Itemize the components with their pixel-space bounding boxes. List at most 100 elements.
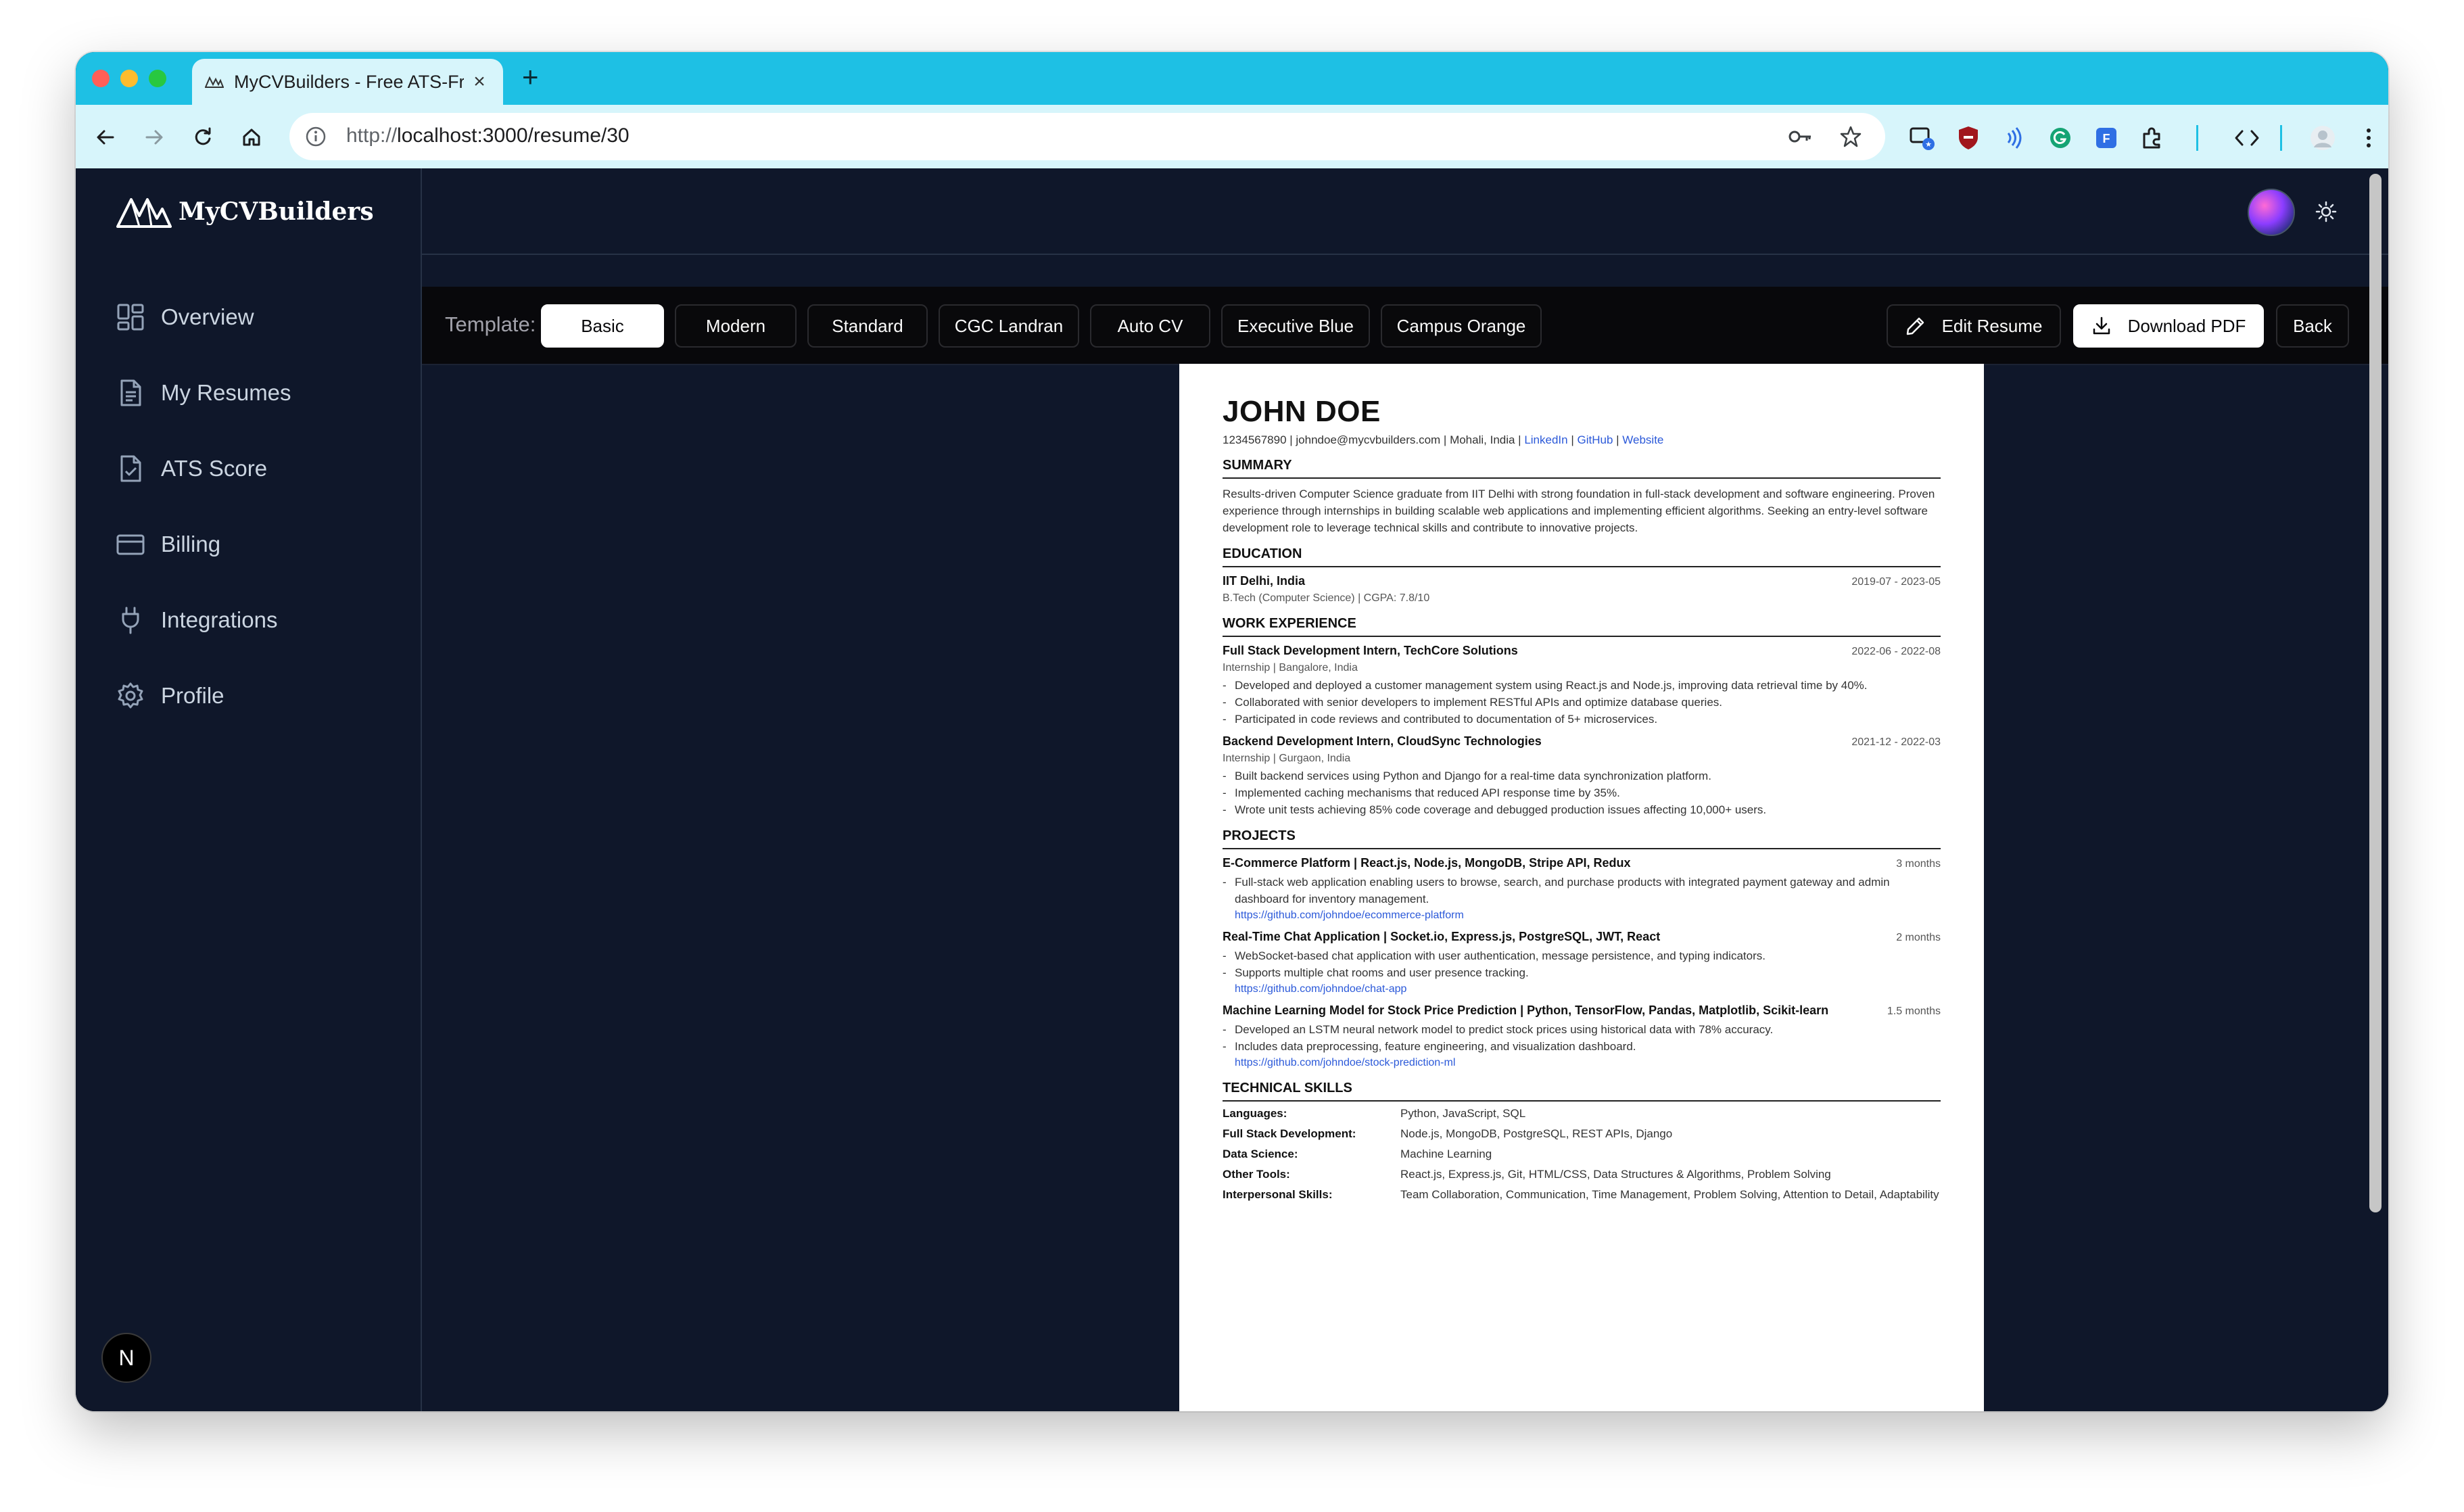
credit-card-icon: [115, 529, 146, 560]
brand-logo[interactable]: MyCVBuilders: [116, 195, 374, 228]
theme-toggle-sun-icon[interactable]: [2313, 198, 2340, 225]
edit-resume-label: Edit Resume: [1941, 315, 2043, 336]
site-info-icon[interactable]: [302, 122, 330, 151]
sidebar-item-label: Billing: [161, 531, 221, 557]
skill-row: Languages: Python, JavaScript, SQL: [1223, 1107, 1526, 1120]
tab-strip: MyCVBuilders - Free ATS-Frie × +: [76, 52, 2388, 105]
toolbar-divider: [2280, 125, 2282, 151]
main-content: Template: Basic Modern Standard CGC Land…: [422, 168, 2388, 1411]
template-label: Template:: [445, 312, 536, 336]
project-entry: E-Commerce Platform | React.js, Node.js,…: [1223, 855, 1941, 923]
template-auto-cv-button[interactable]: Auto CV: [1090, 304, 1210, 348]
pencil-icon: [1905, 316, 1926, 336]
sidebar-item-integrations[interactable]: Integrations: [115, 600, 277, 640]
site-favicon-icon: [204, 72, 224, 92]
template-modern-button[interactable]: Modern: [675, 304, 797, 348]
education-degree: B.Tech (Computer Science) | CGPA: 7.8/10: [1223, 592, 1430, 604]
section-heading: EDUCATION: [1223, 546, 1941, 567]
password-key-icon[interactable]: [1786, 122, 1815, 151]
work-entry: Full Stack Development Intern, TechCore …: [1223, 642, 1941, 728]
url-text[interactable]: http://localhost:3000/resume/30: [346, 124, 630, 147]
project-link[interactable]: https://github.com/johndoe/ecommerce-pla…: [1223, 907, 1941, 923]
skill-row: Data Science: Machine Learning: [1223, 1148, 1492, 1160]
shield-extension-icon[interactable]: [1954, 124, 1983, 152]
new-tab-button[interactable]: +: [522, 63, 539, 91]
github-link[interactable]: GitHub: [1577, 433, 1613, 446]
project-link[interactable]: https://github.com/johndoe/chat-app: [1223, 981, 1941, 997]
page-scrollbar[interactable]: [2369, 174, 2382, 1212]
sidebar-item-my-resumes[interactable]: My Resumes: [115, 373, 291, 413]
list-item: Full-stack web application enabling user…: [1223, 874, 1941, 907]
sidebar-item-label: My Resumes: [161, 380, 291, 405]
browser-menu-icon[interactable]: [2354, 124, 2383, 152]
section-heading: SUMMARY: [1223, 457, 1941, 479]
resume-name: JOHN DOE: [1223, 395, 1381, 428]
translate-extension-icon[interactable]: ★: [1908, 124, 1937, 152]
form-extension-icon[interactable]: F: [2092, 124, 2121, 152]
back-button[interactable]: Back: [2276, 304, 2349, 348]
resume-preview: JOHN DOE 1234567890 | johndoe@mycvbuilde…: [1179, 364, 1984, 1411]
gear-icon: [115, 680, 146, 711]
template-standard-button[interactable]: Standard: [807, 304, 928, 348]
list-item: Developed an LSTM neural network model t…: [1223, 1021, 1941, 1038]
website-link[interactable]: Website: [1622, 433, 1663, 446]
sidebar-item-label: ATS Score: [161, 456, 268, 481]
tab-close-icon[interactable]: ×: [469, 70, 490, 93]
brand-name: MyCVBuilders: [179, 197, 374, 226]
skill-row: Interpersonal Skills: Team Collaboration,…: [1223, 1188, 1939, 1201]
grammarly-extension-icon[interactable]: [2046, 124, 2075, 152]
project-entry: Real-Time Chat Application | Socket.io, …: [1223, 928, 1941, 997]
close-window-button[interactable]: [92, 70, 110, 87]
list-item: Implemented caching mechanisms that redu…: [1223, 784, 1941, 801]
file-text-icon: [115, 377, 146, 408]
list-item: Collaborated with senior developers to i…: [1223, 694, 1941, 711]
browser-tab[interactable]: MyCVBuilders - Free ATS-Frie ×: [192, 59, 503, 105]
template-toolbar: Template: Basic Modern Standard CGC Land…: [422, 287, 2388, 365]
edit-resume-button[interactable]: Edit Resume: [1887, 304, 2061, 348]
profile-avatar-icon[interactable]: [2308, 124, 2337, 152]
layout-dashboard-icon: [115, 302, 146, 333]
sidebar-item-overview[interactable]: Overview: [115, 297, 254, 337]
devtools-code-icon[interactable]: [2233, 124, 2261, 152]
plug-icon: [115, 605, 146, 636]
list-item: Supports multiple chat rooms and user pr…: [1223, 964, 1941, 981]
sidebar-item-label: Overview: [161, 304, 254, 329]
tab-title: MyCVBuilders - Free ATS-Frie: [234, 71, 464, 92]
bookmark-star-icon[interactable]: [1837, 122, 1865, 151]
download-icon: [2091, 316, 2112, 336]
download-pdf-button[interactable]: Download PDF: [2073, 304, 2264, 348]
linkedin-link[interactable]: LinkedIn: [1524, 433, 1567, 446]
skill-row: Full Stack Development: Node.js, MongoDB,…: [1223, 1127, 1673, 1140]
forward-arrow-icon[interactable]: [141, 124, 168, 151]
top-bar: [422, 168, 2388, 255]
list-item: Built backend services using Python and …: [1223, 767, 1941, 784]
sidebar-item-billing[interactable]: Billing: [115, 524, 220, 565]
template-campus-orange-button[interactable]: Campus Orange: [1381, 304, 1542, 348]
next-dev-badge[interactable]: N: [101, 1333, 151, 1383]
back-arrow-icon[interactable]: [92, 124, 119, 151]
download-pdf-label: Download PDF: [2127, 315, 2246, 336]
sidebar-item-ats-score[interactable]: ATS Score: [115, 448, 267, 489]
address-bar[interactable]: http://localhost:3000/resume/30: [289, 113, 1885, 160]
minimize-window-button[interactable]: [120, 70, 138, 87]
sidebar-item-label: Integrations: [161, 607, 278, 632]
section-heading: PROJECTS: [1223, 828, 1941, 849]
list-item: Wrote unit tests achieving 85% code cove…: [1223, 801, 1941, 818]
template-cgc-landran-button[interactable]: CGC Landran: [939, 304, 1079, 348]
extensions-puzzle-icon[interactable]: [2138, 124, 2166, 152]
skill-row: Other Tools: React.js, Express.js, Git, H…: [1223, 1168, 1831, 1181]
maximize-window-button[interactable]: [149, 70, 166, 87]
read-aloud-extension-icon[interactable]: [2000, 124, 2029, 152]
svg-text:★: ★: [1925, 141, 1932, 149]
sidebar-item-profile[interactable]: Profile: [115, 676, 224, 716]
reload-icon[interactable]: [189, 124, 216, 151]
home-icon[interactable]: [238, 124, 265, 151]
mountain-logo-icon: [116, 198, 172, 228]
sidebar-item-label: Profile: [161, 683, 224, 708]
section-heading: WORK EXPERIENCE: [1223, 615, 1941, 637]
project-link[interactable]: https://github.com/johndoe/stock-predict…: [1223, 1055, 1941, 1070]
template-basic-button[interactable]: Basic: [541, 304, 664, 348]
template-executive-blue-button[interactable]: Executive Blue: [1221, 304, 1370, 348]
user-avatar[interactable]: [2248, 189, 2295, 236]
list-item: Includes data preprocessing, feature eng…: [1223, 1038, 1941, 1055]
